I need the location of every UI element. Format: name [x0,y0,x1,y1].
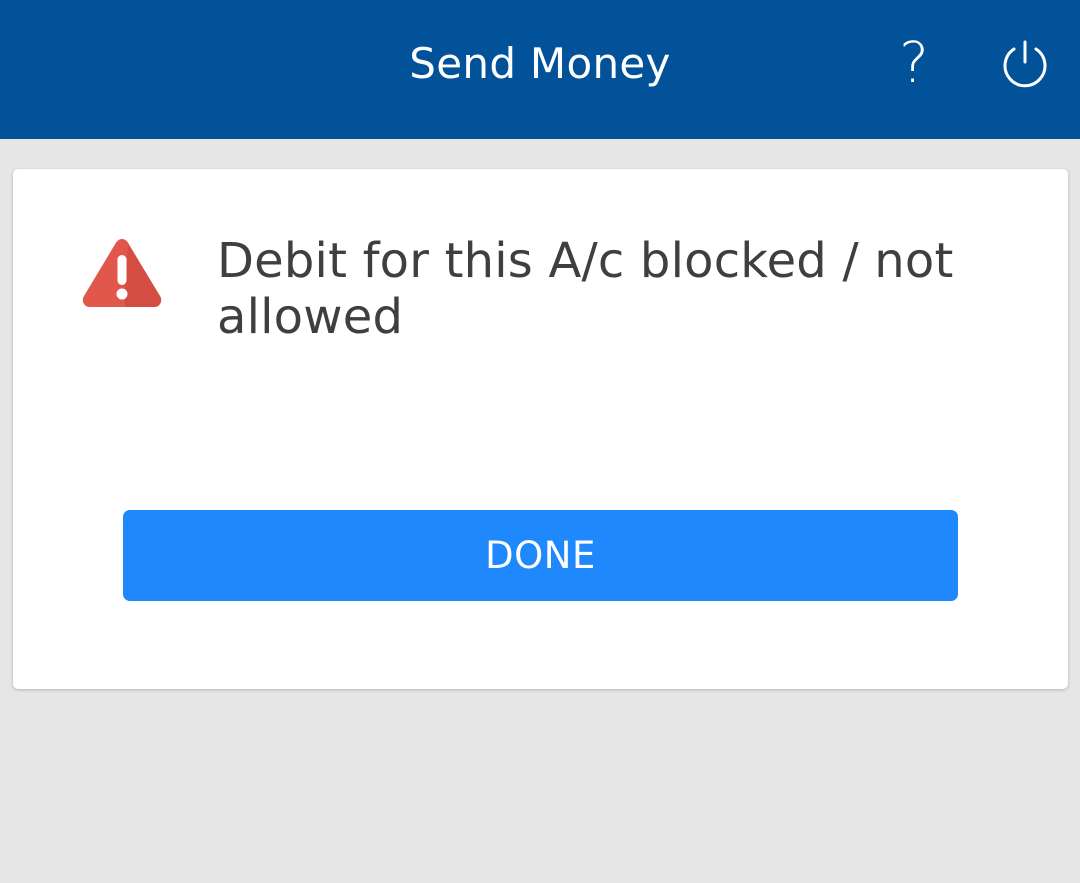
power-icon [1003,40,1047,88]
alert-card: Debit for this A/c blocked / not allowed… [13,169,1068,689]
done-button[interactable]: DONE [123,510,958,601]
logout-button[interactable] [992,30,1058,96]
warning-icon [82,239,162,307]
question-mark-icon: ? [899,31,929,96]
error-message: Debit for this A/c blocked / not allowed [217,233,954,345]
help-button[interactable]: ? [880,28,948,100]
app-bar: Send Money ? [0,0,1080,139]
done-button-label: DONE [485,534,596,577]
